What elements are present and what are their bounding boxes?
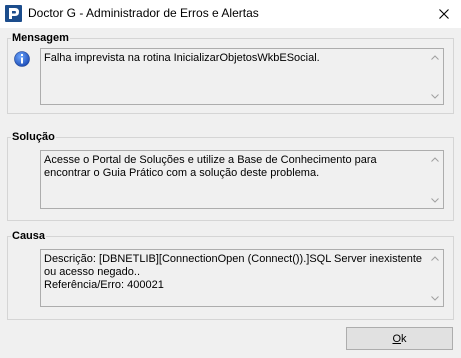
cause-textbox[interactable]: Descrição: [DBNETLIB][ConnectionOpen (Co… (40, 249, 444, 307)
ok-button-label: Ok (392, 333, 406, 345)
message-textbox[interactable]: Falha imprevista na rotina InicializarOb… (40, 48, 444, 105)
chevron-down-icon (431, 197, 439, 203)
solution-legend: Solução (11, 130, 56, 144)
message-scrollbar[interactable] (427, 49, 443, 104)
scroll-up-arrow[interactable] (427, 251, 443, 265)
cause-scrollbar[interactable] (427, 250, 443, 306)
message-legend: Mensagem (11, 31, 70, 45)
scroll-down-arrow[interactable] (427, 89, 443, 103)
chevron-up-icon (431, 156, 439, 162)
cause-text: Descrição: [DBNETLIB][ConnectionOpen (Co… (44, 253, 423, 291)
error-dialog: { "window": { "title": "Doctor G - Admin… (0, 0, 461, 358)
chevron-down-icon (431, 93, 439, 99)
scroll-up-arrow[interactable] (427, 152, 443, 166)
close-button[interactable] (427, 0, 461, 28)
scroll-up-arrow[interactable] (427, 50, 443, 64)
cause-legend: Causa (11, 229, 47, 243)
app-logo-icon (5, 5, 22, 22)
title-bar: Doctor G - Administrador de Erros e Aler… (0, 0, 461, 28)
solution-text: Acesse o Portal de Soluções e utilize a … (44, 154, 380, 179)
message-text: Falha imprevista na rotina InicializarOb… (44, 52, 320, 64)
scroll-down-arrow[interactable] (427, 291, 443, 305)
solution-textbox[interactable]: Acesse o Portal de Soluções e utilize a … (40, 150, 444, 209)
ok-mnemonic: O (392, 332, 402, 345)
chevron-up-icon (431, 54, 439, 60)
chevron-down-icon (431, 295, 439, 301)
close-icon (439, 9, 449, 19)
chevron-up-icon (431, 255, 439, 261)
ok-label-rest: k (401, 332, 407, 345)
ok-button[interactable]: Ok (346, 327, 453, 350)
info-icon (14, 51, 30, 67)
scroll-down-arrow[interactable] (427, 193, 443, 207)
window-title: Doctor G - Administrador de Erros e Aler… (28, 6, 259, 20)
solution-scrollbar[interactable] (427, 151, 443, 208)
